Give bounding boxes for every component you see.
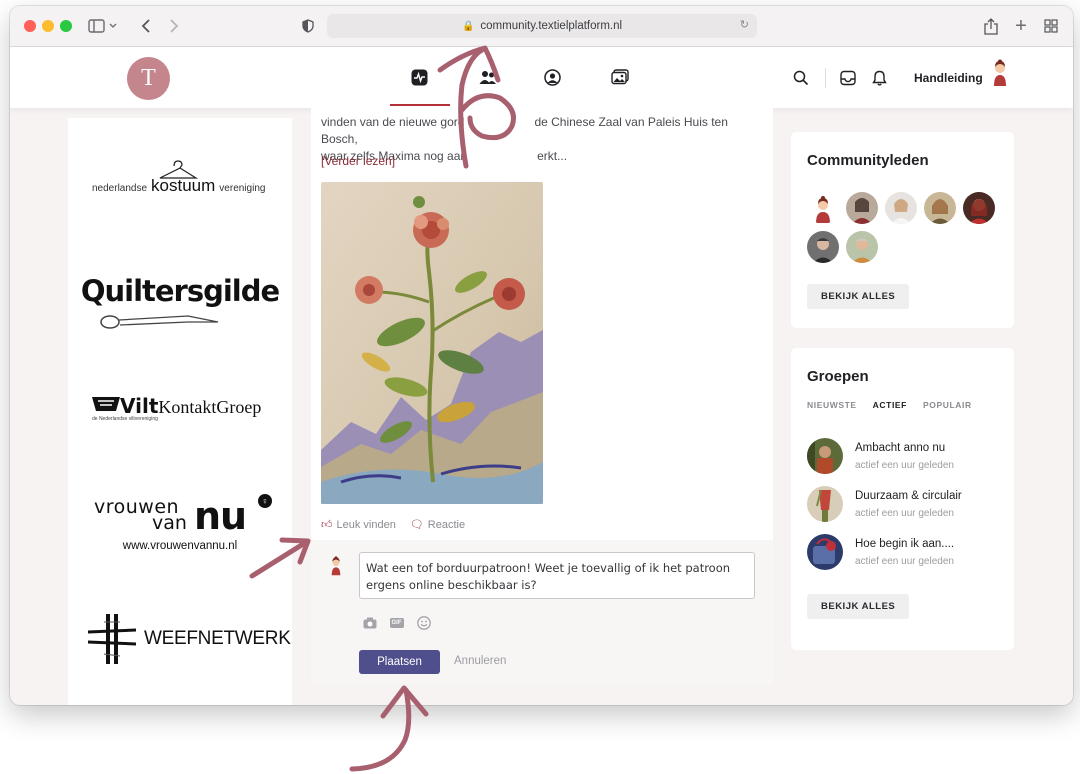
header-divider (825, 68, 826, 88)
group-thumbnail (807, 534, 843, 570)
cancel-comment-button[interactable]: Annuleren (454, 655, 506, 667)
group-thumbnail (807, 438, 843, 474)
close-window-button[interactable] (24, 20, 36, 32)
new-tab-icon[interactable]: + (1012, 15, 1030, 37)
profile-icon[interactable] (542, 67, 562, 87)
post-actions: 👍︎ Leuk vinden 🗨 Reactie (321, 518, 465, 531)
sponsor-text: nu (194, 494, 247, 538)
zoom-window-button[interactable] (60, 20, 72, 32)
search-icon[interactable] (793, 67, 809, 89)
sponsor-text: Quiltersgilde (80, 274, 280, 308)
view-all-groups-button[interactable]: BEKIJK ALLES (807, 594, 910, 619)
sponsor-text: vereniging (219, 183, 266, 194)
read-more-link[interactable]: [Verder lezen] (321, 154, 395, 168)
sponsor-text: van (152, 512, 187, 534)
post-text-part: erkt... (537, 149, 568, 163)
group-thumbnail (807, 486, 843, 522)
sponsor-text: kostuum (151, 176, 216, 195)
group-name: Ambacht anno nu (855, 442, 946, 454)
activity-feed: vinden van de nieuwe gord de Chinese Zaal… (311, 108, 773, 684)
sponsor-kostuum-vereniging[interactable]: nederlandse kostuum vereniging (68, 158, 292, 203)
sponsor-url: www.vrouwenvannu.nl (122, 540, 238, 552)
commenter-avatar (329, 556, 343, 576)
browser-window: 🔒 community.textielplatform.nl ↻ + T Han… (10, 6, 1073, 705)
comment-input[interactable]: Wat een tof borduurpatroon! Weet je toev… (359, 552, 755, 599)
lock-icon: 🔒 (461, 20, 475, 32)
sponsor-column: nederlandse kostuum vereniging Quiltersg… (68, 118, 292, 705)
sponsor-text: nederlandse (92, 183, 148, 194)
group-item[interactable]: Ambacht anno nu actief een uur geleden (807, 438, 1007, 474)
member-avatar[interactable] (885, 192, 917, 224)
comment-label: Reactie (427, 519, 466, 531)
address-bar[interactable]: 🔒 community.textielplatform.nl ↻ (327, 14, 757, 38)
reload-icon[interactable]: ↻ (740, 18, 749, 31)
group-name: Hoe begin ik aan.... (855, 538, 955, 550)
user-avatar[interactable] (992, 59, 1008, 86)
embroidery-photo[interactable] (321, 182, 543, 504)
view-all-members-button[interactable]: BEKIJK ALLES (807, 284, 910, 309)
sponsor-text: Vilt (120, 394, 159, 418)
group-item[interactable]: Hoe begin ik aan.... actief een uur gele… (807, 534, 1007, 570)
url-text: community.textielplatform.nl (480, 20, 623, 32)
member-avatar[interactable] (807, 231, 839, 263)
group-name: Duurzaam & circulair (855, 490, 962, 502)
sidebar-toggle-icon[interactable] (88, 16, 118, 36)
sponsor-quiltersgilde[interactable]: Quiltersgilde (68, 274, 292, 334)
group-status: actief een uur geleden (855, 556, 954, 567)
groups-card: Groepen NIEUWSTE ACTIEF POPULAIR Ambacht… (791, 348, 1014, 650)
gif-label: GIF (389, 617, 404, 628)
like-label: Leuk vinden (336, 519, 396, 531)
sponsor-subtext: de Nederlandse viltvereniging (92, 416, 158, 422)
group-status: actief een uur geleden (855, 460, 954, 471)
groups-icon[interactable] (478, 67, 498, 87)
gif-icon[interactable]: GIF (389, 615, 404, 630)
handleiding-link[interactable]: Handleiding (914, 67, 983, 89)
group-status: actief een uur geleden (855, 508, 954, 519)
minimize-window-button[interactable] (42, 20, 54, 32)
activity-icon[interactable] (409, 67, 429, 87)
tab-overview-icon[interactable] (1042, 16, 1060, 36)
post-text-part: vinden van de nieuwe gord (321, 115, 465, 129)
thumbs-up-icon: 👍︎ (321, 519, 333, 531)
active-nav-underline (390, 104, 450, 106)
vrouwen-van-nu-emblem-icon: ♀ (258, 494, 272, 508)
site-header: T Handleiding (10, 47, 1073, 108)
community-members-card: Communityleden BEKIJK ALLES (791, 132, 1014, 328)
camera-icon[interactable] (362, 615, 377, 630)
photos-icon[interactable] (610, 67, 630, 87)
emoji-icon[interactable] (416, 615, 431, 630)
tab-populair[interactable]: POPULAIR (923, 400, 972, 410)
member-avatar[interactable] (846, 231, 878, 263)
logo-letter: T (141, 65, 156, 91)
site-logo[interactable]: T (127, 57, 170, 100)
share-icon[interactable] (982, 16, 1000, 36)
back-icon[interactable] (136, 16, 156, 36)
sponsor-text: WEEFNETWERK (144, 628, 291, 649)
forward-icon[interactable] (164, 16, 184, 36)
member-avatar[interactable] (846, 192, 878, 224)
notifications-bell-icon[interactable] (872, 67, 887, 89)
group-item[interactable]: Duurzaam & circulair actief een uur gele… (807, 486, 1007, 522)
member-avatar[interactable] (807, 192, 839, 224)
tab-actief[interactable]: ACTIEF (873, 400, 907, 410)
members-title: Communityleden (807, 152, 929, 169)
like-button[interactable]: 👍︎ Leuk vinden (321, 518, 396, 531)
post-comment-button[interactable]: Plaatsen (359, 650, 440, 674)
browser-toolbar: 🔒 community.textielplatform.nl ↻ + (10, 6, 1073, 47)
speech-bubble-icon: 🗨 (409, 519, 424, 531)
groups-title: Groepen (807, 368, 869, 385)
member-avatar[interactable] (924, 192, 956, 224)
member-avatars (807, 192, 1007, 263)
sponsor-text: KontaktGroep (158, 397, 262, 417)
member-avatar[interactable] (963, 192, 995, 224)
comment-toolbar: GIF (362, 615, 431, 630)
comment-button[interactable]: 🗨 Reactie (410, 518, 465, 531)
inbox-icon[interactable] (840, 67, 856, 89)
groups-tabs: NIEUWSTE ACTIEF POPULAIR (807, 400, 972, 410)
comment-composer: Wat een tof borduurpatroon! Weet je toev… (311, 540, 773, 684)
tab-nieuwste[interactable]: NIEUWSTE (807, 400, 857, 410)
privacy-shield-icon[interactable] (300, 16, 316, 36)
